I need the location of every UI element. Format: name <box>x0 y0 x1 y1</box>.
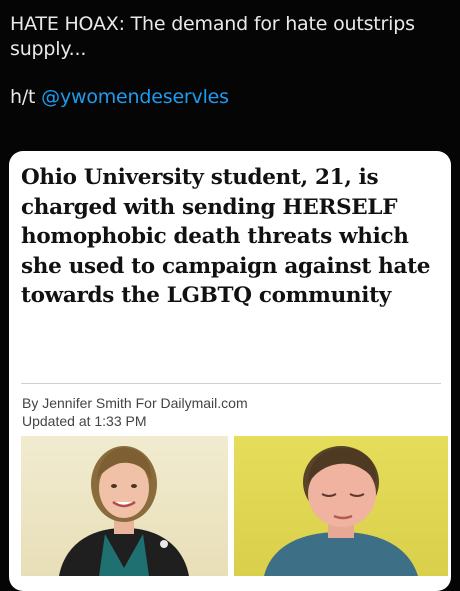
user-mention-link[interactable]: @ywomendeservles <box>41 86 229 108</box>
article-byline: By Jennifer Smith For Dailymail.com Upda… <box>22 394 248 430</box>
article-photos <box>21 436 448 576</box>
photo-left <box>21 436 228 576</box>
tweet-text: HATE HOAX: The demand for hate outstrips… <box>10 12 450 110</box>
tweet-body: HATE HOAX: The demand for hate outstrips… <box>10 13 415 60</box>
woman-looking-down-image <box>264 446 418 576</box>
updated-time: Updated at 1:33 PM <box>22 413 147 429</box>
article-headline: Ohio University student, 21, is charged … <box>21 165 431 308</box>
byline-divider <box>21 383 441 384</box>
woman-portrait-image <box>59 446 189 576</box>
author-line: By Jennifer Smith For Dailymail.com <box>22 395 248 411</box>
photo-right <box>234 436 448 576</box>
hat-tip-prefix: h/t <box>10 86 42 108</box>
hat-tip: h/t @ywomendeservles <box>10 85 450 110</box>
article-screenshot-card[interactable]: Ohio University student, 21, is charged … <box>9 151 451 591</box>
